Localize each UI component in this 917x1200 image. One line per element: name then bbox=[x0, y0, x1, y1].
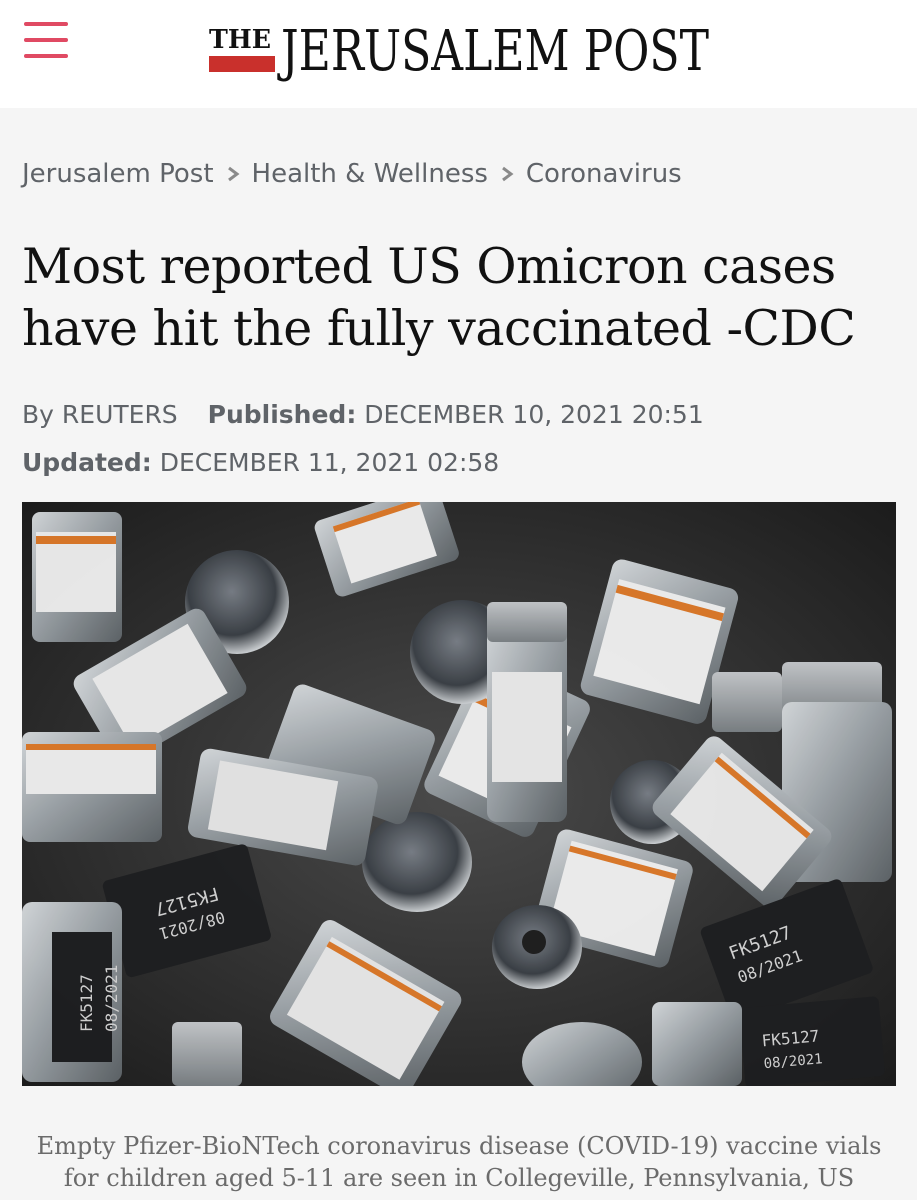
updated-label: Updated: bbox=[22, 448, 152, 477]
author-link[interactable]: REUTERS bbox=[62, 400, 178, 429]
menu-bar bbox=[24, 22, 68, 26]
logo-red-bar bbox=[209, 56, 275, 72]
breadcrumb-item-coronavirus[interactable]: Coronavirus bbox=[526, 159, 682, 189]
site-header: THE JERUSALEM POST bbox=[0, 0, 917, 108]
chevron-right-icon bbox=[502, 166, 514, 182]
article-image[interactable]: FK5127 08/2021 FK5127 08/2021 FK5127 08/… bbox=[22, 502, 896, 1086]
menu-bar bbox=[24, 54, 68, 58]
updated-line: Updated: DECEMBER 11, 2021 02:58 bbox=[22, 444, 499, 482]
updated-date: DECEMBER 11, 2021 02:58 bbox=[159, 448, 500, 477]
article-title: Most reported US Omicron cases have hit … bbox=[22, 238, 856, 357]
published-label: Published: bbox=[207, 400, 357, 429]
published-date: DECEMBER 10, 2021 20:51 bbox=[364, 400, 704, 429]
breadcrumb-item-jerusalem-post[interactable]: Jerusalem Post bbox=[22, 159, 214, 189]
breadcrumb-item-health-wellness[interactable]: Health & Wellness bbox=[252, 159, 488, 189]
svg-text:08/2021: 08/2021 bbox=[102, 965, 121, 1032]
logo-the: THE bbox=[209, 25, 271, 55]
hamburger-menu-icon[interactable] bbox=[24, 22, 68, 62]
breadcrumb: Jerusalem Post Health & Wellness Coronav… bbox=[22, 154, 682, 194]
image-caption: Empty Pfizer-BioNTech coronavirus diseas… bbox=[36, 1132, 882, 1192]
byline: By REUTERS Published: DECEMBER 10, 2021 … bbox=[22, 396, 704, 434]
site-logo[interactable]: THE JERUSALEM POST bbox=[207, 14, 713, 88]
logo-name: JERUSALEM POST bbox=[277, 19, 709, 84]
chevron-right-icon bbox=[227, 166, 240, 182]
byline-prefix: By bbox=[22, 400, 54, 429]
svg-text:FK5127: FK5127 bbox=[77, 974, 96, 1032]
menu-bar bbox=[24, 38, 68, 42]
